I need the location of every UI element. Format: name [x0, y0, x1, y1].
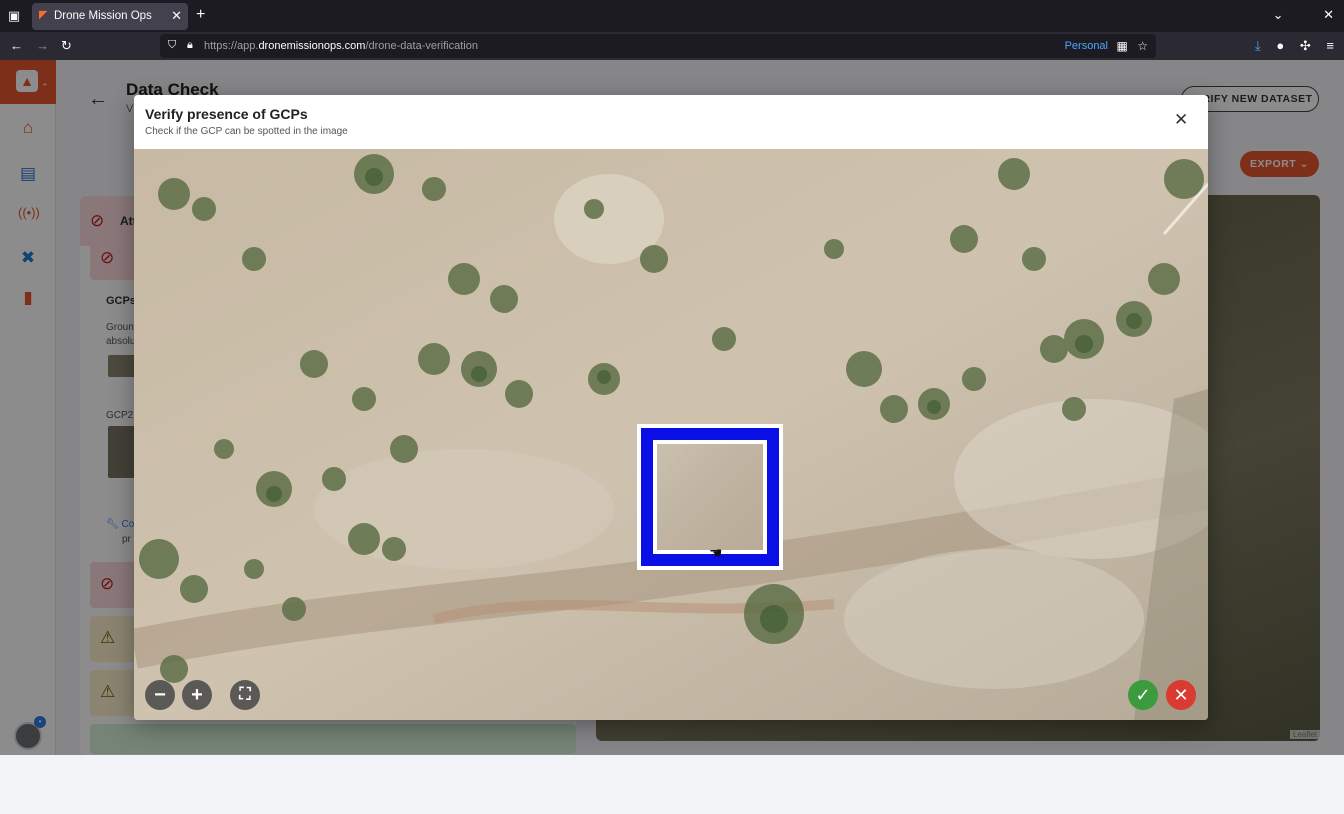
- tab-list-icon[interactable]: ▣: [6, 8, 22, 24]
- tab-title: Drone Mission Ops: [54, 10, 152, 22]
- url-text[interactable]: https://app.dronemissionops.com/drone-da…: [204, 40, 478, 52]
- favicon-icon: ◤: [39, 9, 48, 21]
- chevron-down-icon[interactable]: ⌄: [1273, 7, 1284, 22]
- container-label[interactable]: Personal: [1065, 40, 1108, 52]
- tab-close-icon[interactable]: ✕: [171, 8, 182, 24]
- menu-icon[interactable]: ≡: [1326, 38, 1334, 53]
- browser-tab-bar: ▣ ◤ Drone Mission Ops ✕ + ⌄ ✕: [0, 0, 1344, 32]
- star-icon[interactable]: ☆: [1137, 39, 1148, 53]
- url-bar[interactable]: ⛉ 🔒︎ https://app.dronemissionops.com/dro…: [160, 34, 1156, 58]
- new-tab-icon[interactable]: +: [196, 6, 205, 24]
- page-bottom-area: [0, 755, 1344, 814]
- forward-icon[interactable]: →: [36, 38, 49, 53]
- reject-gcp-button[interactable]: ✕: [1166, 680, 1196, 710]
- download-icon[interactable]: ⤓: [1255, 38, 1261, 53]
- account-icon[interactable]: ●: [1276, 38, 1284, 53]
- zoom-in-button[interactable]: +: [182, 680, 212, 710]
- toolbar-icons: ⤓ ● ✣ ≡: [1243, 38, 1334, 54]
- dialog-subtitle: Check if the GCP can be spotted in the i…: [145, 126, 348, 137]
- browser-tab[interactable]: ◤ Drone Mission Ops ✕: [32, 3, 188, 30]
- gcp-zoom-crop: [657, 444, 763, 550]
- close-icon[interactable]: ✕: [1174, 111, 1188, 129]
- hand-cursor-icon: ☚: [709, 545, 723, 562]
- shield-icon[interactable]: ⛉: [168, 39, 176, 52]
- gcp-verify-dialog: Verify presence of GCPs Check if the GCP…: [134, 95, 1208, 720]
- extensions-icon[interactable]: ✣: [1300, 38, 1311, 53]
- app-area: ▲ ⌃ ⌂ ▤ ((•)) ✖ ▮ • ← Data Check V VERIF…: [0, 60, 1344, 755]
- browser-nav-bar: ← → ↻ ⛉ 🔒︎ https://app.dronemissionops.c…: [0, 32, 1344, 60]
- aerial-image-viewer[interactable]: ☚ − + ⛶ ✓ ✕: [134, 149, 1208, 720]
- lock-icon[interactable]: 🔒︎: [187, 39, 193, 52]
- window-controls: ⌄ ✕: [1237, 7, 1334, 23]
- window-close-icon[interactable]: ✕: [1323, 7, 1334, 22]
- zoom-out-button[interactable]: −: [145, 680, 175, 710]
- confirm-gcp-button[interactable]: ✓: [1128, 680, 1158, 710]
- back-icon[interactable]: ←: [10, 38, 23, 53]
- grid-icon[interactable]: ▦: [1117, 39, 1128, 53]
- gcp-marker-inner: [653, 440, 767, 554]
- fullscreen-button[interactable]: ⛶: [230, 680, 260, 710]
- url-actions: ▦ ☆: [1117, 39, 1148, 53]
- dialog-title: Verify presence of GCPs: [145, 106, 308, 122]
- reload-icon[interactable]: ↻: [61, 38, 72, 54]
